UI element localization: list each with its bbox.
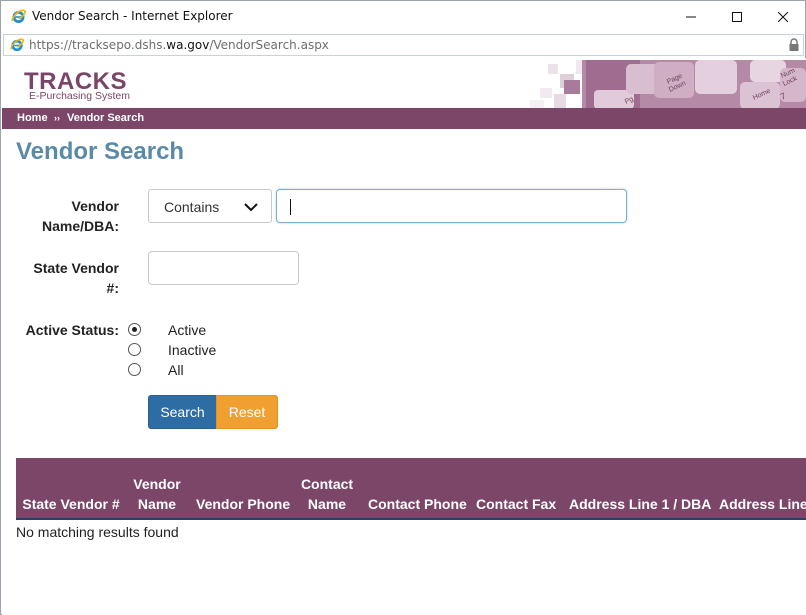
minimize-button[interactable] xyxy=(668,1,714,32)
column-header-line2: Address Line 2 xyxy=(719,496,806,512)
column-header-contact-fax[interactable]: Contact Fax xyxy=(476,494,556,514)
page-favicon-icon xyxy=(10,38,25,52)
keyboard-banner-image: Page Down Home Num Lock 7 Pg xyxy=(530,60,806,109)
column-header-vendor-phone[interactable]: Vendor Phone xyxy=(196,494,291,514)
column-header-line2: Address Line 1 / DBA xyxy=(569,496,712,512)
status-radio-all[interactable] xyxy=(128,363,141,376)
logo-subtitle: E-Purchasing System xyxy=(29,90,130,102)
column-header-line1: Vendor xyxy=(133,476,181,492)
url-path: /VendorSearch.aspx xyxy=(209,38,329,52)
status-label-active[interactable]: Active xyxy=(168,322,206,338)
breadcrumb-separator: ›› xyxy=(54,113,60,123)
page-title: Vendor Search xyxy=(16,138,185,165)
column-header-line2: Name xyxy=(137,496,177,512)
column-header-vendor-name[interactable]: Vendor Name xyxy=(128,474,186,514)
breadcrumb-current: Vendor Search xyxy=(67,112,145,124)
vendor-name-label: Vendor Name/DBA: xyxy=(42,196,119,236)
column-header-address-line2[interactable]: Address Line 2 xyxy=(719,494,806,514)
window-title: Vendor Search - Internet Explorer xyxy=(32,9,233,23)
browser-window: Vendor Search - Internet Explorer https:… xyxy=(0,0,806,615)
title-bar: Vendor Search - Internet Explorer xyxy=(1,1,805,32)
close-icon xyxy=(778,11,788,22)
state-vendor-label-line1: State Vendor xyxy=(33,260,119,276)
chevron-down-icon xyxy=(244,203,258,212)
vendor-name-label-line1: Vendor xyxy=(71,198,119,214)
column-header-line2: Contact Fax xyxy=(476,496,557,512)
maximize-button[interactable] xyxy=(714,1,760,32)
internet-explorer-icon xyxy=(11,9,26,23)
status-radio-inactive[interactable] xyxy=(128,343,141,356)
column-header-line2: Contact Phone xyxy=(368,496,467,512)
state-vendor-label-line2: #: xyxy=(106,280,119,296)
text-caret xyxy=(290,199,291,215)
web-page: TRACKS E-Purchasing System Page Down Hom… xyxy=(2,58,806,615)
search-button[interactable]: Search xyxy=(148,395,217,429)
column-header-line1: Contact xyxy=(300,476,354,492)
address-url[interactable]: https://tracksepo.dshs.wa.gov/VendorSear… xyxy=(29,38,329,52)
state-vendor-number-input[interactable] xyxy=(148,251,299,285)
state-vendor-label: State Vendor #: xyxy=(24,258,119,298)
match-mode-select[interactable]: Contains xyxy=(148,189,272,223)
site-banner: TRACKS E-Purchasing System Page Down Hom… xyxy=(2,58,806,109)
match-mode-value: Contains xyxy=(164,199,220,215)
column-header-line2: State Vendor # xyxy=(22,496,120,512)
close-button[interactable] xyxy=(760,1,806,32)
column-header-contact-phone[interactable]: Contact Phone xyxy=(368,494,467,514)
breadcrumb: Home ›› Vendor Search xyxy=(2,108,806,129)
results-table-header: State Vendor # Vendor Name Vendor Phone … xyxy=(16,458,806,520)
vendor-name-label-line2: Name/DBA: xyxy=(42,218,120,234)
column-header-contact-name[interactable]: Contact Name xyxy=(298,474,356,514)
url-host-domain: wa.gov xyxy=(166,38,210,52)
address-bar[interactable]: https://tracksepo.dshs.wa.gov/VendorSear… xyxy=(3,34,804,56)
column-header-line2: Name xyxy=(307,496,347,512)
active-status-label: Active Status: xyxy=(25,322,119,338)
lock-icon[interactable] xyxy=(788,38,800,52)
status-radio-active[interactable] xyxy=(128,323,141,336)
column-header-state-vendor[interactable]: State Vendor # xyxy=(22,494,120,514)
status-label-inactive[interactable]: Inactive xyxy=(168,342,216,358)
column-header-address-line1[interactable]: Address Line 1 / DBA xyxy=(569,494,712,514)
no-results-message: No matching results found xyxy=(16,524,179,540)
reset-button[interactable]: Reset xyxy=(216,395,278,429)
column-header-line2: Vendor Phone xyxy=(196,496,291,512)
status-label-all[interactable]: All xyxy=(168,362,184,378)
minimize-icon xyxy=(686,16,696,17)
maximize-icon xyxy=(732,11,742,22)
breadcrumb-home-link[interactable]: Home xyxy=(17,112,48,124)
url-host-prefix: https://tracksepo.dshs. xyxy=(29,38,167,52)
vendor-name-input[interactable] xyxy=(276,189,627,223)
